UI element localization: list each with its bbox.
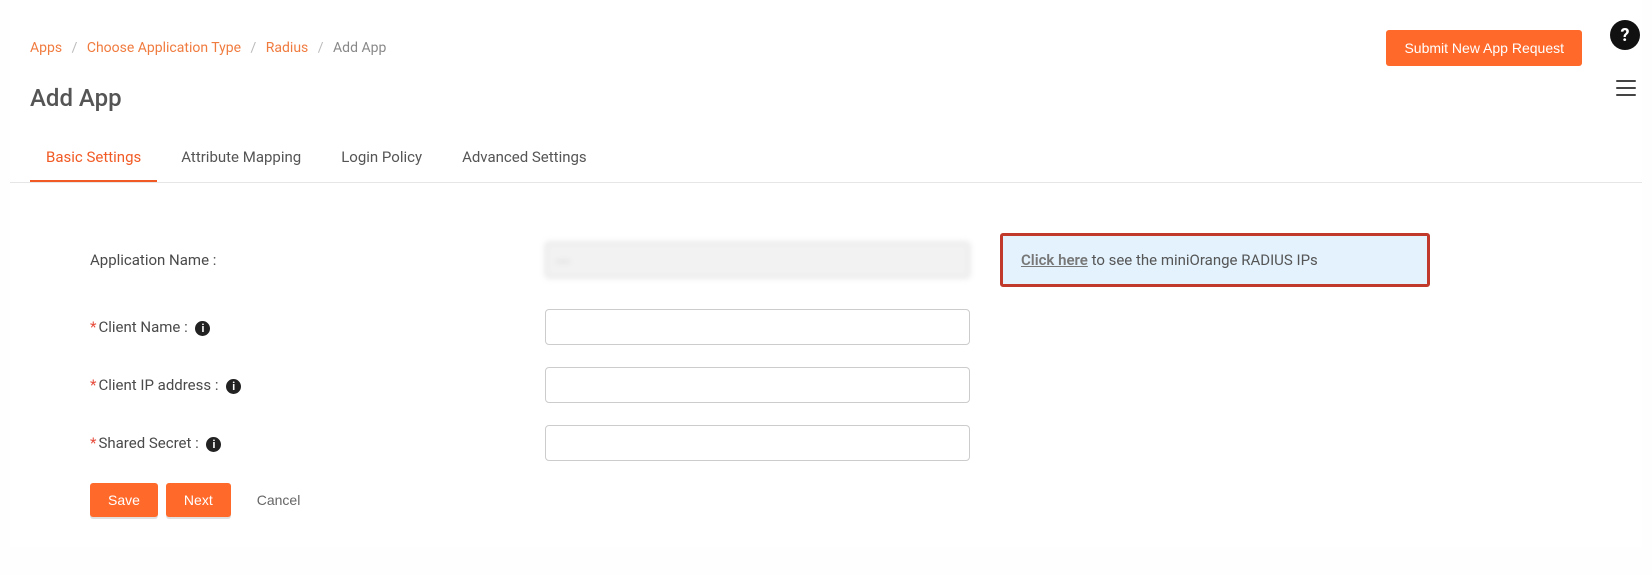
tab-basic-settings[interactable]: Basic Settings (30, 134, 157, 182)
click-here-link[interactable]: Click here (1021, 251, 1088, 269)
breadcrumb-sep: / (66, 40, 84, 56)
page-title: Add App (10, 66, 1642, 134)
client-ip-input[interactable] (545, 367, 970, 403)
client-name-input[interactable] (545, 309, 970, 345)
tab-attribute-mapping[interactable]: Attribute Mapping (165, 134, 317, 182)
application-name-label: Application Name : (90, 251, 545, 269)
breadcrumb: Apps / Choose Application Type / Radius … (30, 40, 386, 56)
next-button[interactable]: Next (166, 483, 231, 517)
info-box-text: to see the miniOrange RADIUS IPs (1088, 251, 1318, 269)
required-marker: * (90, 318, 96, 336)
form: Application Name : Click here to see the… (10, 183, 1642, 547)
breadcrumb-sep: / (312, 40, 330, 56)
main-panel: Apps / Choose Application Type / Radius … (10, 0, 1642, 547)
help-icon[interactable]: ? (1610, 20, 1640, 50)
breadcrumb-sep: / (245, 40, 263, 56)
hamburger-menu-icon[interactable] (1612, 74, 1640, 102)
tab-advanced-settings[interactable]: Advanced Settings (446, 134, 603, 182)
info-icon[interactable]: i (226, 379, 241, 394)
breadcrumb-current: Add App (333, 40, 386, 56)
tab-login-policy[interactable]: Login Policy (325, 134, 438, 182)
breadcrumb-radius[interactable]: Radius (266, 40, 309, 56)
info-icon[interactable]: i (206, 437, 221, 452)
submit-new-app-request-button[interactable]: Submit New App Request (1386, 30, 1582, 66)
info-icon[interactable]: i (195, 321, 210, 336)
shared-secret-input[interactable] (545, 425, 970, 461)
required-marker: * (90, 434, 96, 452)
tabs: Basic Settings Attribute Mapping Login P… (10, 134, 1642, 183)
application-name-input (545, 242, 970, 278)
client-name-label: Client Name : (98, 318, 187, 336)
required-marker: * (90, 376, 96, 394)
client-ip-label: Client IP address : (98, 376, 218, 394)
radius-ips-info-box: Click here to see the miniOrange RADIUS … (1000, 233, 1430, 287)
cancel-button[interactable]: Cancel (239, 483, 319, 517)
shared-secret-label: Shared Secret : (98, 434, 198, 452)
save-button[interactable]: Save (90, 483, 158, 517)
breadcrumb-choose-type[interactable]: Choose Application Type (87, 40, 241, 56)
breadcrumb-apps[interactable]: Apps (30, 40, 62, 56)
